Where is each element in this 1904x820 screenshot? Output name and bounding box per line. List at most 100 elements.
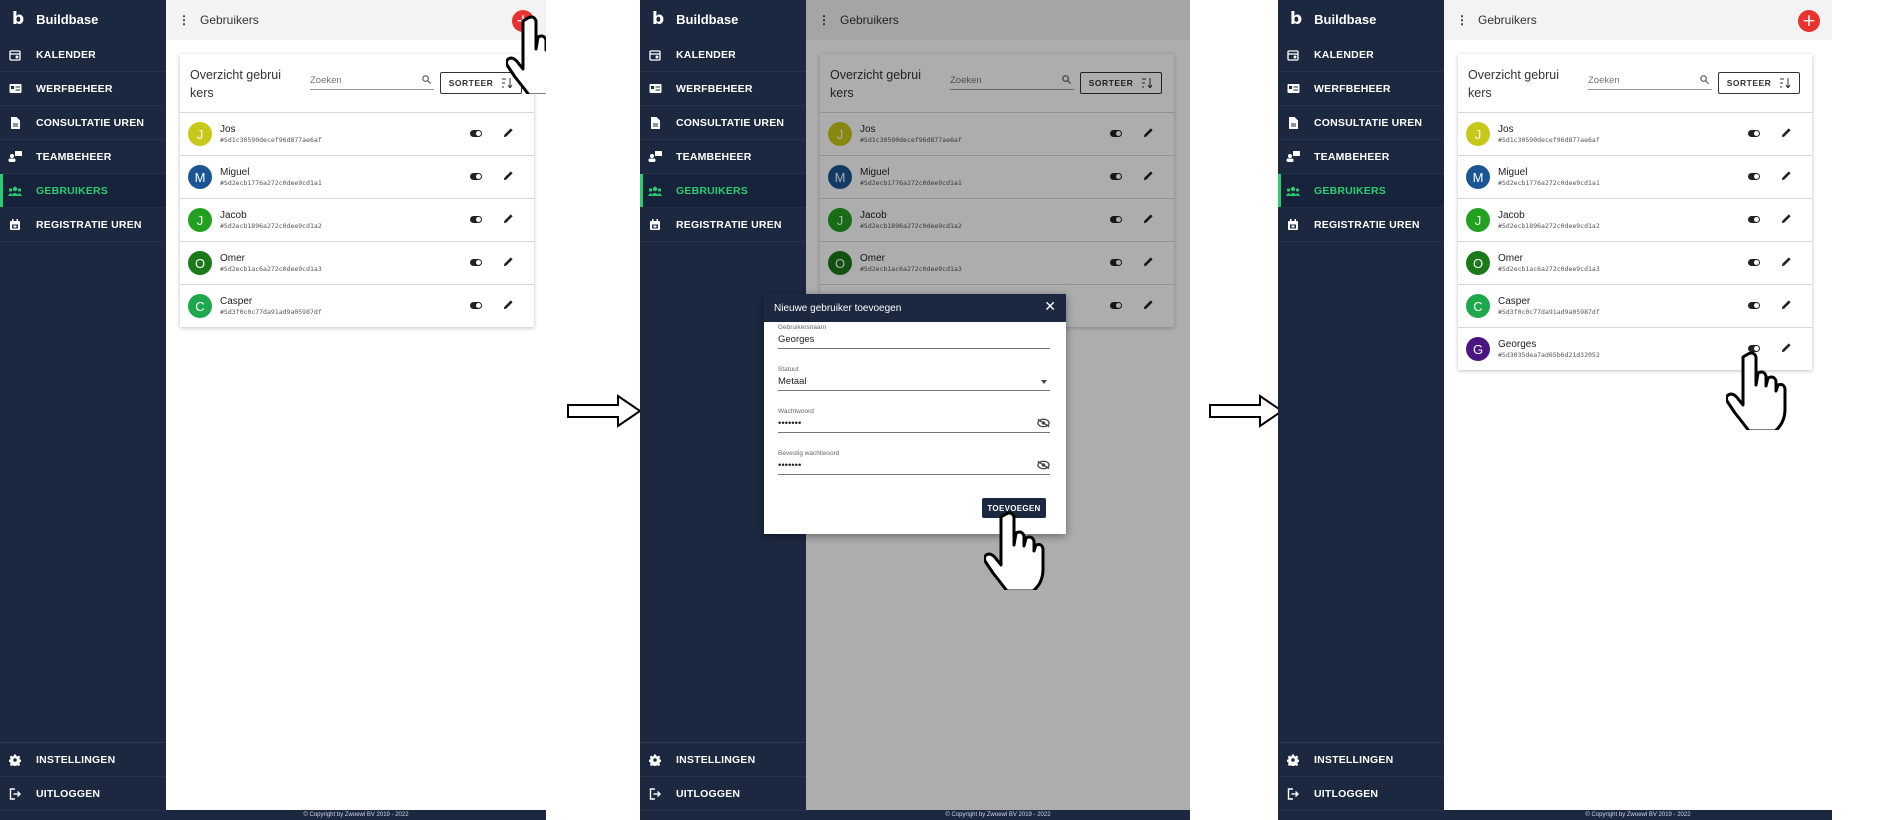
sidebar-item-instellingen[interactable]: INSTELLINGEN bbox=[1278, 743, 1444, 777]
card-title: Overzicht gebruikers bbox=[1468, 68, 1560, 100]
buildbase-logo: b bbox=[652, 9, 665, 29]
add-user-button[interactable]: + bbox=[1798, 10, 1820, 32]
search-input[interactable] bbox=[1588, 75, 1688, 86]
sidebar-item-instellingen[interactable]: INSTELLINGEN bbox=[640, 743, 806, 777]
brand[interactable]: b Buildbase bbox=[640, 0, 806, 38]
user-row[interactable]: O Omer #Sd2ecb1ac6a272c0dee9cd1a3 bbox=[1458, 241, 1812, 284]
sidebar-item-teambeheer[interactable]: TEAMBEHEER bbox=[1278, 140, 1444, 174]
active-toggle[interactable] bbox=[1748, 130, 1760, 137]
user-row[interactable]: C Casper#Sd3f0c0c77da91ad9a05987df bbox=[180, 284, 534, 327]
sidebar-item-consultatie-uren[interactable]: CONSULTATIE UREN bbox=[0, 106, 166, 140]
sidebar-item-consultatie-uren[interactable]: CONSULTATIE UREN bbox=[1278, 106, 1444, 140]
edit-pencil-icon[interactable] bbox=[1781, 256, 1792, 267]
sidebar-item-werfbeheer[interactable]: WERFBEHEER bbox=[0, 72, 166, 106]
edit-pencil-icon[interactable] bbox=[1781, 213, 1792, 224]
logout-icon bbox=[1286, 787, 1300, 800]
card-header: Overzicht gebruikers SORTEER bbox=[1458, 54, 1812, 112]
sidebar-item-consultatie-uren[interactable]: CONSULTATIE UREN bbox=[640, 106, 806, 140]
search-field[interactable] bbox=[1588, 72, 1712, 90]
password-value[interactable]: ••••••• bbox=[778, 418, 1050, 432]
sidebar-item-label: UITLOGGEN bbox=[1314, 787, 1379, 800]
active-toggle[interactable] bbox=[470, 130, 482, 137]
edit-pencil-icon[interactable] bbox=[503, 299, 514, 310]
close-icon[interactable]: ✕ bbox=[1044, 299, 1056, 315]
username-value[interactable]: Georges bbox=[778, 334, 1050, 348]
user-info: Miguel #Sd2ecb1776a272c0dee9cd1a1 bbox=[1498, 167, 1600, 187]
search-field[interactable] bbox=[310, 72, 434, 90]
edit-pencil-icon[interactable] bbox=[1781, 127, 1792, 138]
user-row[interactable]: J Jacob #Sd2ecb1896a272c0dee9cd1a2 bbox=[180, 198, 534, 241]
brand[interactable]: b Buildbase bbox=[0, 0, 166, 38]
sidebar-item-uitloggen[interactable]: UITLOGGEN bbox=[1278, 777, 1444, 811]
user-name: Omer bbox=[220, 253, 245, 264]
edit-pencil-icon[interactable] bbox=[503, 127, 514, 138]
user-info: Jacob #Sd2ecb1896a272c0dee9cd1a2 bbox=[220, 210, 322, 230]
sidebar-item-kalender[interactable]: KALENDER bbox=[1278, 38, 1444, 72]
active-toggle[interactable] bbox=[470, 302, 482, 309]
search-input[interactable] bbox=[310, 75, 410, 86]
active-toggle[interactable] bbox=[1748, 302, 1760, 309]
user-id: #Sd2ecb1896a272c0dee9cd1a2 bbox=[220, 222, 322, 230]
sidebar-item-registratie-uren[interactable]: REGISTRATIE UREN bbox=[640, 208, 806, 242]
sidebar-item-label: TEAMBEHEER bbox=[1314, 150, 1390, 163]
sidebar-item-registratie-uren[interactable]: REGISTRATIE UREN bbox=[0, 208, 166, 242]
topbar: ⋮ Gebruikers + bbox=[166, 0, 546, 40]
more-vert-icon[interactable]: ⋮ bbox=[178, 13, 190, 27]
sort-button[interactable]: SORTEER bbox=[1718, 72, 1800, 94]
hand-pointer-icon bbox=[506, 15, 546, 94]
sidebar-item-gebruikers[interactable]: GEBRUIKERS bbox=[640, 174, 806, 208]
sidebar-item-gebruikers[interactable]: GEBRUIKERS bbox=[0, 174, 166, 208]
sidebar-item-instellingen[interactable]: INSTELLINGEN bbox=[0, 743, 166, 777]
more-vert-icon[interactable]: ⋮ bbox=[1456, 13, 1468, 27]
visibility-off-icon[interactable] bbox=[1037, 460, 1050, 470]
calendar-icon bbox=[648, 49, 662, 61]
sidebar-item-gebruikers[interactable]: GEBRUIKERS bbox=[1278, 174, 1444, 208]
arrow-right-icon bbox=[1209, 394, 1284, 428]
status-select[interactable]: Statuut Metaal bbox=[778, 366, 1050, 391]
user-row[interactable]: J Jos #Sd1c30590decef96d877ae6af bbox=[180, 112, 534, 155]
buildbase-logo: b bbox=[1290, 9, 1303, 29]
active-toggle[interactable] bbox=[470, 259, 482, 266]
sidebar-item-registratie-uren[interactable]: REGISTRATIE UREN bbox=[1278, 208, 1444, 242]
password-field[interactable]: Wachtwoord ••••••• bbox=[778, 408, 1050, 433]
active-toggle[interactable] bbox=[1748, 259, 1760, 266]
hand-pointer-icon bbox=[1726, 351, 1787, 430]
user-row[interactable]: J Jos #Sd1c30590decef96d877ae6af bbox=[1458, 112, 1812, 155]
sidebar-item-kalender[interactable]: KALENDER bbox=[0, 38, 166, 72]
sidebar-item-teambeheer[interactable]: TEAMBEHEER bbox=[640, 140, 806, 174]
sidebar-item-label: UITLOGGEN bbox=[676, 787, 741, 800]
sidebar-item-werfbeheer[interactable]: WERFBEHEER bbox=[640, 72, 806, 106]
sidebar-item-werfbeheer[interactable]: WERFBEHEER bbox=[1278, 72, 1444, 106]
edit-pencil-icon[interactable] bbox=[503, 256, 514, 267]
users-card: Overzicht gebruikers SORTEER J Jos#Sd1c30… bbox=[1458, 54, 1812, 370]
hand-pointer-icon bbox=[984, 511, 1045, 590]
confirm-password-field[interactable]: Bevestig wachtwoord ••••••• bbox=[778, 450, 1050, 475]
active-toggle[interactable] bbox=[470, 216, 482, 223]
edit-pencil-icon[interactable] bbox=[503, 170, 514, 181]
active-toggle[interactable] bbox=[1748, 216, 1760, 223]
edit-pencil-icon[interactable] bbox=[1781, 299, 1792, 310]
user-name: Jacob bbox=[220, 210, 247, 221]
username-field[interactable]: Gebruikersnaam Georges bbox=[778, 324, 1050, 349]
card-title: Overzicht gebruikers bbox=[190, 68, 282, 100]
active-toggle[interactable] bbox=[1748, 173, 1760, 180]
confirm-password-value[interactable]: ••••••• bbox=[778, 460, 1050, 474]
sidebar-item-uitloggen[interactable]: UITLOGGEN bbox=[640, 777, 806, 811]
user-row[interactable]: O Omer #Sd2ecb1ac6a272c0dee9cd1a3 bbox=[180, 241, 534, 284]
edit-pencil-icon[interactable] bbox=[1781, 170, 1792, 181]
sidebar-item-label: REGISTRATIE UREN bbox=[676, 218, 782, 231]
visibility-off-icon[interactable] bbox=[1037, 418, 1050, 428]
user-row[interactable]: J Jacob #Sd2ecb1896a272c0dee9cd1a2 bbox=[1458, 198, 1812, 241]
edit-pencil-icon[interactable] bbox=[503, 213, 514, 224]
avatar: J bbox=[1466, 122, 1490, 146]
status-value[interactable]: Metaal bbox=[778, 376, 1050, 390]
active-toggle[interactable] bbox=[470, 173, 482, 180]
username-label: Gebruikersnaam bbox=[778, 324, 827, 331]
sidebar-item-teambeheer[interactable]: TEAMBEHEER bbox=[0, 140, 166, 174]
user-row[interactable]: M Miguel #Sd2ecb1776a272c0dee9cd1a1 bbox=[1458, 155, 1812, 198]
sidebar-item-kalender[interactable]: KALENDER bbox=[640, 38, 806, 72]
user-row[interactable]: M Miguel #Sd2ecb1776a272c0dee9cd1a1 bbox=[180, 155, 534, 198]
user-row[interactable]: C Casper#Sd3f0c0c77da91ad9a05987df bbox=[1458, 284, 1812, 327]
brand[interactable]: b Buildbase bbox=[1278, 0, 1444, 38]
sidebar-item-uitloggen[interactable]: UITLOGGEN bbox=[0, 777, 166, 811]
